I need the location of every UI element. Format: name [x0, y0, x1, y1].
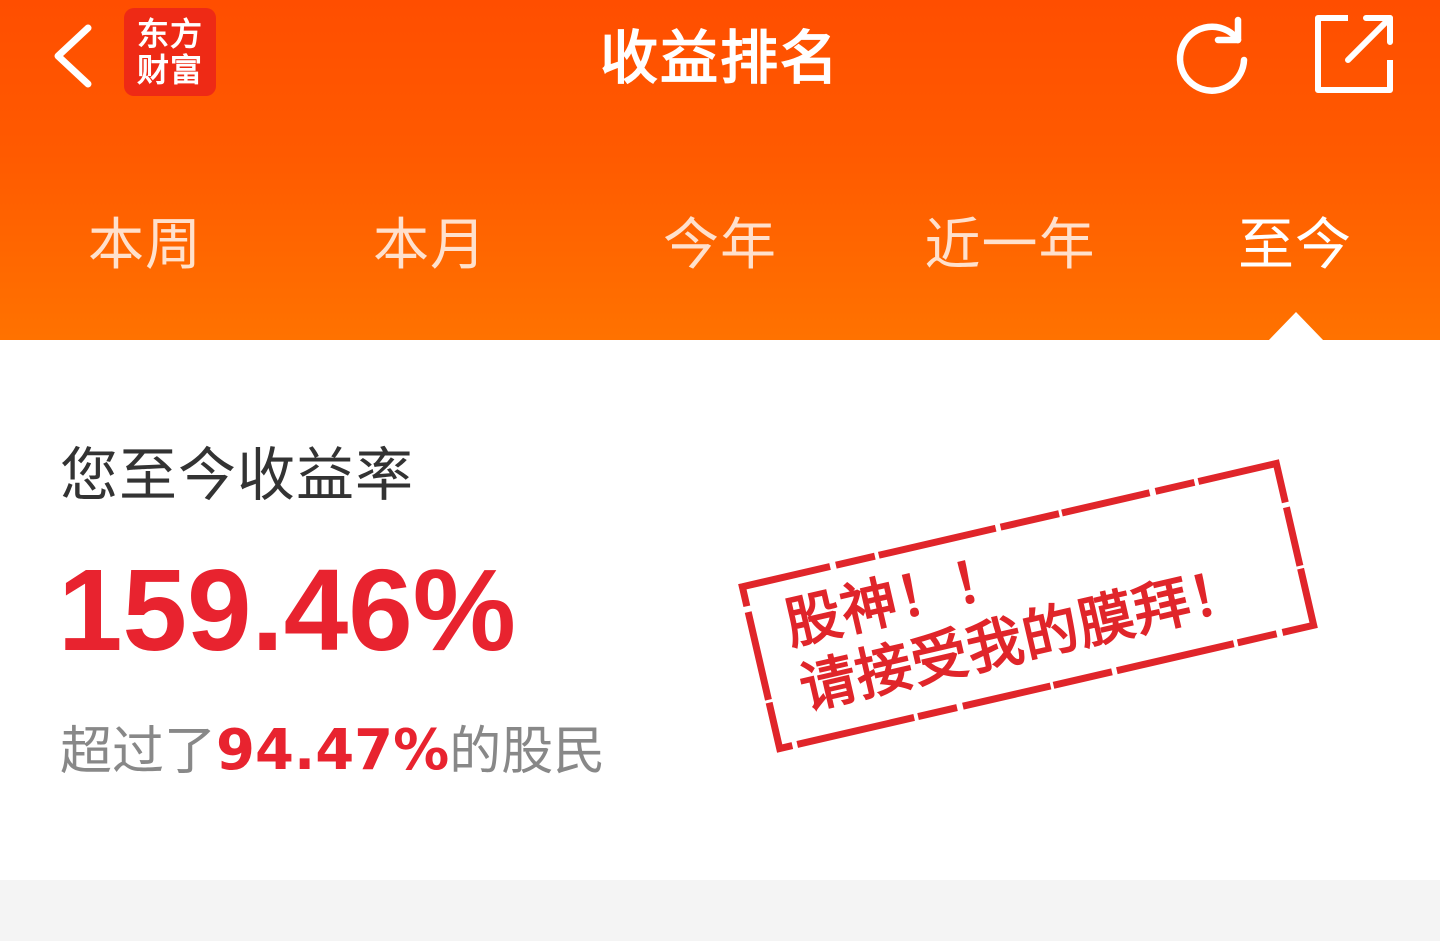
back-button[interactable]	[40, 14, 110, 98]
tab-this-week[interactable]: 本周	[60, 196, 230, 296]
rate-label: 您至今收益率	[60, 441, 415, 509]
tab-to-date[interactable]: 至今	[1210, 196, 1380, 296]
tab-this-year[interactable]: 今年	[635, 196, 805, 296]
share-icon	[1315, 15, 1393, 93]
tab-last-year[interactable]: 近一年	[900, 196, 1120, 296]
page-title: 收益排名	[599, 24, 840, 92]
beat-percentage-text: 超过了94.47%的股民	[60, 716, 605, 787]
beat-prefix: 超过了	[60, 722, 217, 782]
beat-percent-value: 94.47%	[216, 718, 450, 783]
refresh-icon	[1176, 16, 1248, 94]
beat-suffix: 的股民	[449, 722, 606, 782]
app-logo: 东方 财富	[124, 8, 216, 96]
logo-line2: 财富	[136, 51, 203, 89]
chevron-left-icon	[54, 24, 92, 88]
app-header: 东方 财富 收益排名 本周 本月 今年 近一年 至今	[0, 0, 1440, 340]
return-rate-value: 159.46%	[58, 545, 516, 675]
logo-line1: 东方	[136, 15, 203, 53]
share-button[interactable]	[1310, 10, 1398, 98]
active-tab-indicator	[1268, 312, 1324, 341]
tab-this-month[interactable]: 本月	[345, 196, 515, 296]
refresh-button[interactable]	[1168, 10, 1256, 98]
footer-divider	[0, 880, 1440, 941]
period-tabs: 本周 本月 今年 近一年 至今	[0, 196, 1440, 296]
